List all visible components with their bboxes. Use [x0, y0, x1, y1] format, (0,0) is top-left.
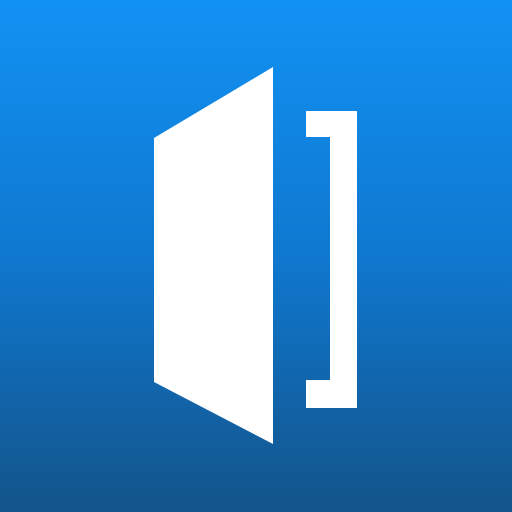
- app-icon: [0, 0, 512, 512]
- open-door-icon: [0, 0, 512, 512]
